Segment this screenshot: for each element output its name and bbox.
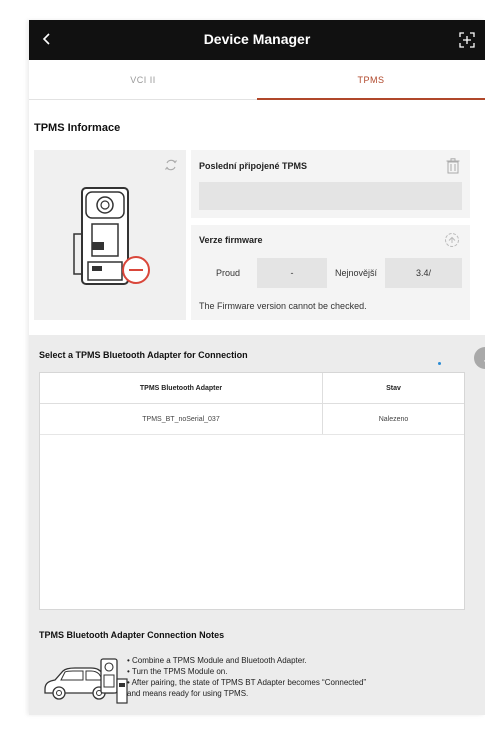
tab-tpms[interactable]: TPMS bbox=[257, 60, 485, 100]
device-manager-window: Device Manager VCI II TPMS TPMS Informac… bbox=[29, 20, 485, 715]
firmware-label: Verze firmware bbox=[199, 235, 263, 245]
list-item: • Combine a TPMS Module and Bluetooth Ad… bbox=[127, 656, 307, 665]
latest-version-value: 3.4/ bbox=[385, 258, 462, 288]
column-header-adapter: TPMS Bluetooth Adapter bbox=[40, 373, 323, 403]
last-connected-card: Poslední připojené TPMS bbox=[191, 150, 470, 218]
list-item: and means ready for using TPMS. bbox=[127, 689, 249, 698]
adapter-panel: Select a TPMS Bluetooth Adapter for Conn… bbox=[29, 335, 485, 715]
last-connected-label: Poslední připojené TPMS bbox=[199, 161, 308, 171]
trash-icon[interactable] bbox=[446, 158, 460, 174]
latest-version-label: Nejnovější bbox=[334, 268, 378, 278]
table-row[interactable]: TPMS_BT_noSerial_037 Nalezeno bbox=[40, 404, 464, 435]
current-version-value: - bbox=[257, 258, 327, 288]
device-image-card bbox=[34, 150, 186, 320]
current-version-label: Proud bbox=[215, 268, 241, 278]
list-item: • Turn the TPMS Module on. bbox=[127, 667, 228, 676]
notes-title: TPMS Bluetooth Adapter Connection Notes bbox=[39, 630, 225, 640]
notes-list: • Combine a TPMS Module and Bluetooth Ad… bbox=[127, 655, 477, 699]
status-dot bbox=[438, 362, 441, 365]
adapter-status-cell: Nalezeno bbox=[378, 415, 409, 423]
title-bar: Device Manager bbox=[29, 20, 485, 60]
firmware-note: The Firmware version cannot be checked. bbox=[199, 301, 367, 311]
firmware-version-row: Proud - Nejnovější 3.4/ bbox=[199, 258, 462, 288]
adapter-table: TPMS Bluetooth Adapter Stav TPMS_BT_noSe… bbox=[39, 372, 465, 610]
side-drawer-handle[interactable] bbox=[474, 347, 485, 369]
adapter-section-title: Select a TPMS Bluetooth Adapter for Conn… bbox=[39, 350, 248, 360]
table-header: TPMS Bluetooth Adapter Stav bbox=[40, 373, 464, 404]
last-connected-value bbox=[199, 182, 462, 210]
tab-bar: VCI II TPMS bbox=[29, 60, 485, 100]
firmware-update-icon[interactable] bbox=[444, 232, 460, 248]
tab-vci-ii[interactable]: VCI II bbox=[29, 60, 257, 99]
adapter-name-cell: TPMS_BT_noSerial_037 bbox=[40, 404, 323, 434]
refresh-icon[interactable] bbox=[164, 158, 178, 172]
firmware-card: Verze firmware Proud - Nejnovější 3.4/ T… bbox=[191, 225, 470, 320]
section-title: TPMS Informace bbox=[34, 122, 121, 134]
column-header-status: Stav bbox=[386, 384, 401, 392]
expand-icon[interactable] bbox=[457, 30, 477, 50]
tpms-device-disconnected-icon bbox=[73, 187, 150, 285]
list-item: • After pairing, the state of TPMS BT Ad… bbox=[127, 678, 367, 687]
page-title: Device Manager bbox=[203, 31, 311, 47]
car-with-adapter-icon bbox=[44, 658, 128, 704]
